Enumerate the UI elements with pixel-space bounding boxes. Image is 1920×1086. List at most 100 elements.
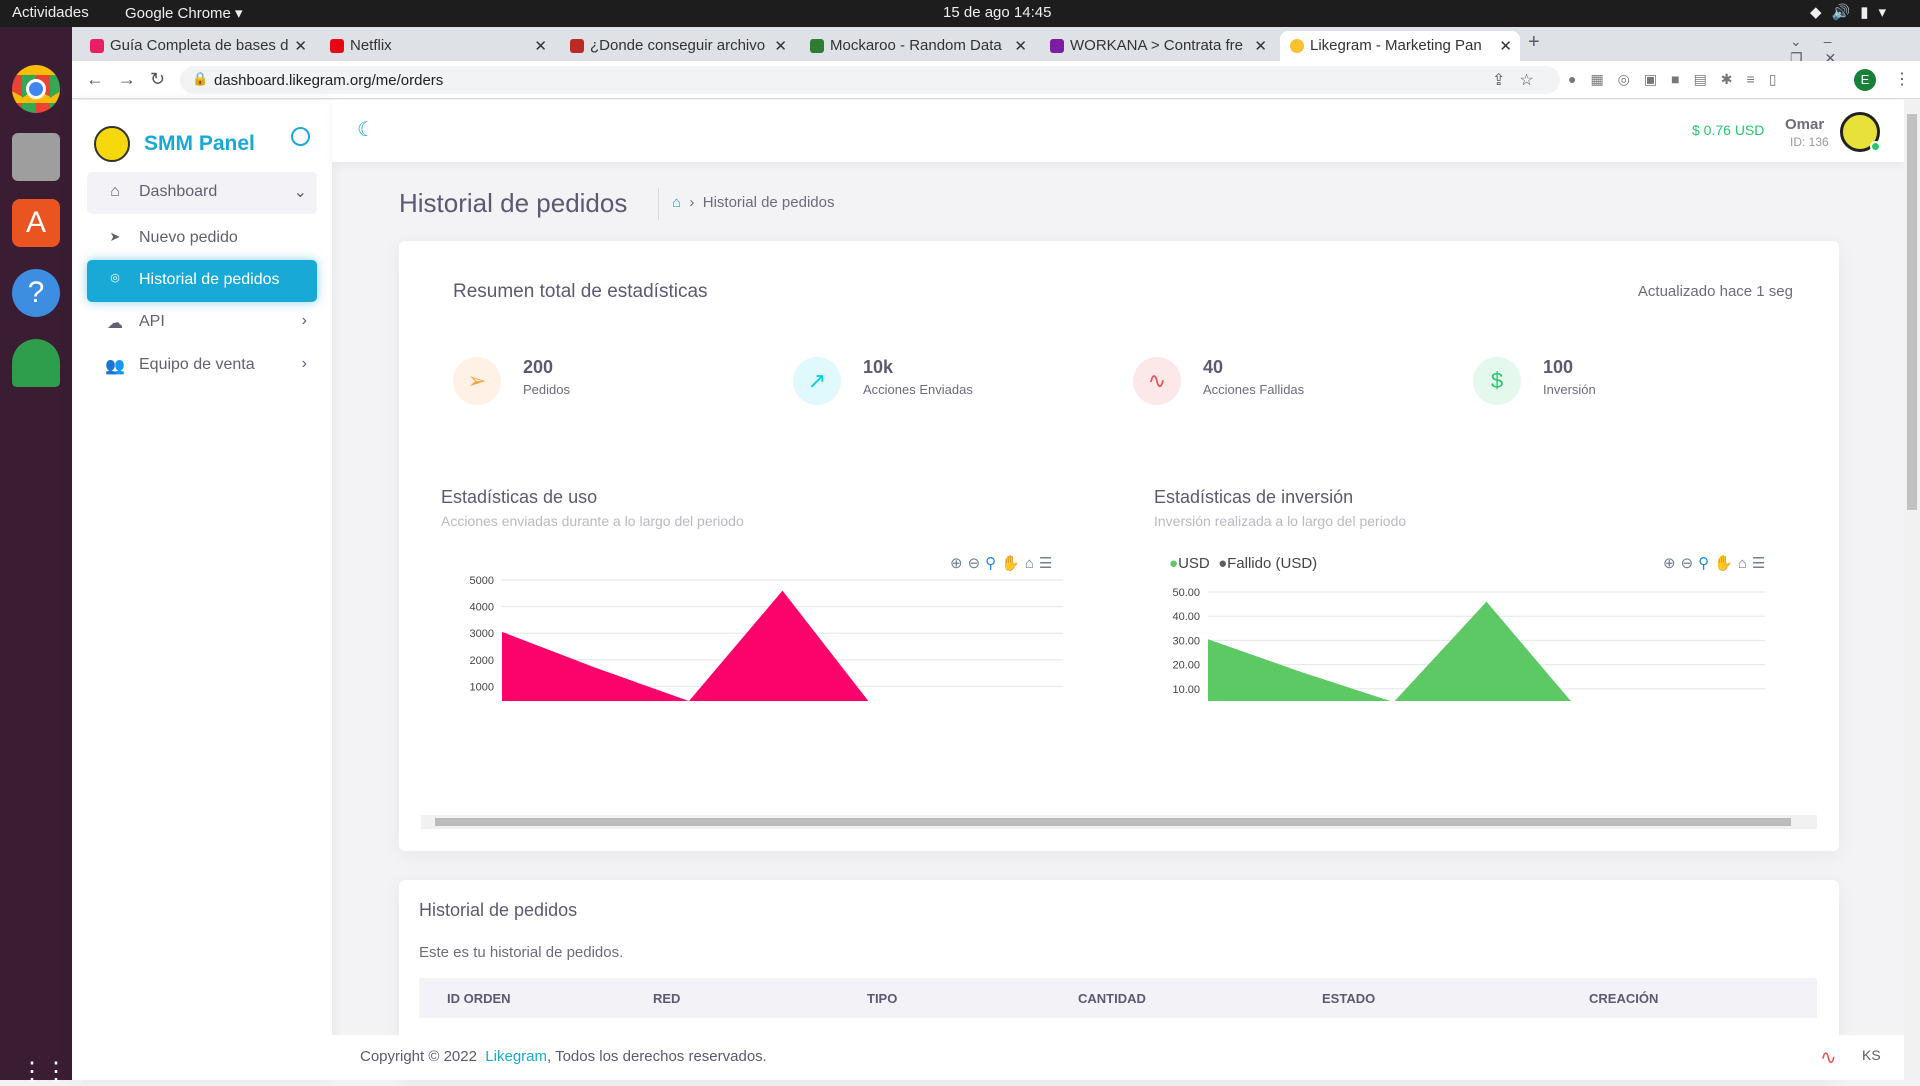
clock[interactable]: 15 de ago 14:45 <box>943 4 1051 21</box>
brand[interactable]: SMM Panel <box>144 132 255 156</box>
sidebar-item-api[interactable]: ☁API› <box>87 302 317 344</box>
home-icon[interactable]: ⌂ <box>672 194 681 211</box>
copyright: Copyright © 2022 <box>360 1048 477 1065</box>
favicon-icon <box>570 39 584 53</box>
page-title: Historial de pedidos <box>399 188 627 219</box>
top-header: ☾ $ 0.76 USD Omar ID: 136 <box>332 100 1904 162</box>
sidebar-item-dashboard[interactable]: ⌂Dashboard⌄ <box>87 172 317 214</box>
scrollbar-thumb[interactable] <box>435 818 1791 826</box>
software-icon[interactable]: A <box>12 199 60 247</box>
app-icon[interactable] <box>12 339 60 387</box>
sidebar: SMM Panel ⌂Dashboard⌄ ➤Nuevo pedido ◎ His… <box>72 100 332 1080</box>
y-tick-label: 1000 <box>470 681 494 693</box>
tab[interactable]: Mockaroo - Random Data✕ <box>800 31 1035 61</box>
system-tray-icons[interactable]: ◆🔊▮▾ <box>1810 3 1896 21</box>
legend-marker: ● <box>1218 555 1227 572</box>
favicon-icon <box>90 39 104 53</box>
column-header[interactable]: Cantidad <box>1050 978 1294 1018</box>
tab[interactable]: Guía Completa de bases d ✕ <box>80 31 315 61</box>
moon-icon[interactable]: ☾ <box>357 117 375 142</box>
nav-label: Historial de pedidos <box>139 271 280 288</box>
url-text: dashboard.likegram.org/me/orders <box>214 72 443 89</box>
chrome-icon[interactable] <box>12 65 60 113</box>
logo-icon <box>94 126 130 162</box>
nav-buttons[interactable]: ←→↻ <box>86 69 179 90</box>
breadcrumb: ⌂ › Historial de pedidos <box>672 194 834 211</box>
close-icon[interactable]: ✕ <box>1499 37 1512 55</box>
collapse-toggle-icon[interactable] <box>291 127 310 146</box>
activity-icon: ∿ <box>1133 357 1181 405</box>
chart-toolbar[interactable]: ⊕⊖⚲✋⌂☰ <box>1663 554 1770 572</box>
orders-table: ID Orden Red Tipo Cantidad Estado Creaci… <box>419 978 1817 1018</box>
favicon-icon <box>1050 39 1064 53</box>
user-id: ID: 136 <box>1790 135 1829 149</box>
tab[interactable]: WORKANA > Contrata fre ✕ <box>1040 31 1275 61</box>
column-header[interactable]: Creación <box>1561 978 1817 1018</box>
close-icon[interactable]: ✕ <box>534 37 547 55</box>
investment-chart: 0.0010.0020.0030.0040.0050.0011/202112/2… <box>1159 581 1799 701</box>
tab[interactable]: ¿Donde conseguir archivo ✕ <box>560 31 795 61</box>
send-icon: ➤ <box>105 229 125 245</box>
footer-brand-link[interactable]: Likegram <box>485 1048 547 1065</box>
dock: A ? ⋮⋮⋮ <box>0 27 72 1080</box>
url-input[interactable]: 🔒 dashboard.likegram.org/me/orders <box>180 66 1560 94</box>
scrollbar-thumb[interactable] <box>1907 114 1917 510</box>
os-top-bar: Actividades Google Chrome ▾ 15 de ago 14… <box>0 0 1920 27</box>
column-header[interactable]: Tipo <box>839 978 1050 1018</box>
tab-title: Guía Completa de bases d <box>110 37 288 54</box>
y-tick-label: 30.00 <box>1172 635 1200 647</box>
nav-label: API <box>139 313 165 330</box>
rights-text: , Todos los derechos reservados. <box>547 1048 767 1065</box>
close-icon[interactable]: ✕ <box>774 37 787 55</box>
legend-label[interactable]: Fallido (USD) <box>1227 555 1317 572</box>
menu-icon[interactable]: ⋮ <box>1894 69 1910 89</box>
new-tab-button[interactable]: + <box>1528 31 1540 54</box>
stat-label: Acciones Enviadas <box>863 382 973 397</box>
tab-active[interactable]: Likegram - Marketing Pan ✕ <box>1280 31 1520 61</box>
legend-label[interactable]: USD <box>1178 555 1210 572</box>
files-icon[interactable] <box>12 133 60 181</box>
stat-inversion: $100Inversión <box>1473 351 1773 411</box>
y-tick-label: 20.00 <box>1172 660 1200 672</box>
chart-title: Estadísticas de inversión <box>1154 487 1353 508</box>
chevron-right-icon: › <box>302 312 307 330</box>
usage-chart: 01000200030004000500011/202112/20211/202… <box>439 561 1079 701</box>
sidebar-item-equipo[interactable]: 👥Equipo de venta› <box>87 345 317 387</box>
favicon-icon <box>810 39 824 53</box>
horizontal-scrollbar[interactable] <box>421 815 1817 829</box>
lock-icon: 🔒 <box>192 71 208 87</box>
column-header[interactable]: Red <box>625 978 839 1018</box>
column-header[interactable]: Estado <box>1294 978 1561 1018</box>
extension-icons[interactable]: ●▦◎▣■▤✱≡▯ <box>1568 71 1790 88</box>
close-icon[interactable]: ✕ <box>294 37 307 55</box>
y-tick-label: 50.00 <box>1172 587 1200 599</box>
share-star-icons[interactable]: ⇪☆ <box>1492 70 1548 90</box>
sidebar-item-nuevo-pedido[interactable]: ➤Nuevo pedido <box>87 218 317 260</box>
address-bar-row: ←→↻ 🔒 dashboard.likegram.org/me/orders ⇪☆… <box>72 61 1920 99</box>
avatar[interactable] <box>1840 112 1880 152</box>
tab[interactable]: Netflix✕ <box>320 31 555 61</box>
help-icon[interactable]: ? <box>12 269 60 317</box>
chevron-down-icon: ⌄ <box>294 182 307 202</box>
stat-acciones-fallidas: ∿40Acciones Fallidas <box>1133 351 1433 411</box>
activity-icon[interactable]: ∿ <box>1820 1045 1837 1070</box>
trending-up-icon: ↗ <box>793 357 841 405</box>
y-tick-label: 2000 <box>470 655 494 667</box>
close-icon[interactable]: ✕ <box>1014 37 1027 55</box>
stats-card: Resumen total de estadísticas Actualizad… <box>399 241 1839 851</box>
page-scrollbar[interactable] <box>1904 100 1920 1080</box>
close-icon[interactable]: ✕ <box>1254 37 1267 55</box>
app-menu[interactable]: Google Chrome ▾ <box>125 4 243 22</box>
online-status-icon <box>1870 141 1881 152</box>
user-name[interactable]: Omar <box>1785 116 1824 133</box>
sidebar-item-historial[interactable]: ◎ Historial de pedidos <box>87 260 317 302</box>
circle-icon: ◎ <box>105 271 125 284</box>
profile-avatar[interactable]: E <box>1854 69 1876 91</box>
column-header[interactable]: ID Orden <box>419 978 625 1018</box>
tab-title: WORKANA > Contrata fre <box>1070 37 1243 54</box>
stat-value: 100 <box>1543 357 1573 378</box>
tab-title: Likegram - Marketing Pan <box>1310 37 1482 54</box>
activities-button[interactable]: Actividades <box>12 4 89 21</box>
tab-title: ¿Donde conseguir archivo <box>590 37 765 54</box>
home-icon: ⌂ <box>105 183 125 201</box>
